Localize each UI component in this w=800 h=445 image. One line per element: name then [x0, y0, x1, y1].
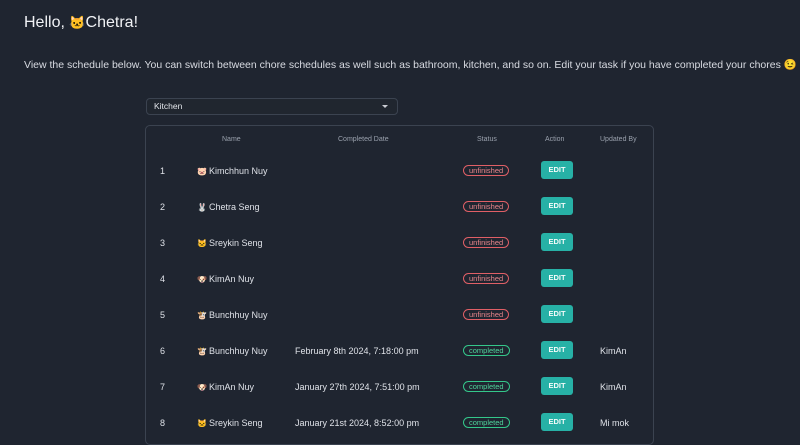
- table-row: 6 🐮 Bunchhuy Nuy February 8th 2024, 7:18:…: [146, 335, 653, 371]
- header-action: Action: [545, 136, 565, 143]
- intro-message: View the schedule below. You can switch …: [24, 59, 781, 71]
- schedule-select-value: Kitchen: [154, 101, 183, 111]
- row-name: 🐱 Sreykin Seng: [197, 418, 263, 428]
- row-completed-date: January 21st 2024, 8:52:00 pm: [295, 418, 420, 428]
- status-badge: completed: [463, 417, 510, 428]
- row-name-text: Sreykin Seng: [208, 418, 263, 428]
- row-name-text: KimAn Nuy: [208, 274, 254, 284]
- row-completed-date: January 27th 2024, 7:51:00 pm: [295, 382, 420, 392]
- cow-emoji-icon: 🐮: [197, 347, 207, 356]
- cat-emoji-icon: 🐱: [69, 15, 86, 30]
- edit-button[interactable]: EDIT: [541, 161, 573, 179]
- pig-emoji-icon: 🐷: [197, 167, 207, 176]
- wink-emoji-icon: 😉: [783, 59, 797, 71]
- rabbit-emoji-icon: 🐰: [197, 203, 207, 212]
- edit-button[interactable]: EDIT: [541, 377, 573, 395]
- status-badge: unfinished: [463, 201, 510, 212]
- cat-emoji-icon: 🐱: [197, 419, 207, 428]
- edit-button[interactable]: EDIT: [541, 197, 573, 215]
- row-index: 5: [160, 310, 166, 320]
- cow-emoji-icon: 🐮: [197, 311, 207, 320]
- greeting-prefix: Hello,: [24, 14, 65, 31]
- row-index: 7: [160, 382, 166, 392]
- dog-emoji-icon: 🐶: [197, 275, 207, 284]
- schedule-select[interactable]: Kitchen: [146, 98, 398, 115]
- edit-button[interactable]: EDIT: [541, 341, 573, 359]
- header-status: Status: [477, 136, 497, 143]
- row-name: 🐮 Bunchhuy Nuy: [197, 346, 268, 356]
- row-index: 1: [160, 166, 166, 176]
- status-badge: unfinished: [463, 273, 510, 284]
- table-row: 1 🐷 Kimchhun Nuy unfinished EDIT: [146, 155, 653, 191]
- row-index: 6: [160, 346, 166, 356]
- greeting-name: Chetra!: [85, 14, 139, 31]
- row-name: 🐮 Bunchhuy Nuy: [197, 310, 268, 320]
- header-name: Name: [222, 136, 241, 143]
- table-row: 2 🐰 Chetra Seng unfinished EDIT: [146, 191, 653, 227]
- edit-button[interactable]: EDIT: [541, 413, 573, 431]
- row-name: 🐷 Kimchhun Nuy: [197, 166, 268, 176]
- cat-emoji-icon: 🐱: [197, 239, 207, 248]
- table-header: Name Completed Date Status Action Update…: [146, 134, 653, 148]
- status-badge: completed: [463, 345, 510, 356]
- row-name-text: Chetra Seng: [208, 202, 260, 212]
- row-name: 🐰 Chetra Seng: [197, 202, 260, 212]
- row-name-text: Kimchhun Nuy: [208, 166, 268, 176]
- header-completed-date: Completed Date: [338, 136, 389, 143]
- row-index: 4: [160, 274, 166, 284]
- row-updated-by: KimAn: [600, 346, 627, 356]
- status-badge: unfinished: [463, 237, 510, 248]
- chevron-down-icon: [382, 105, 388, 108]
- status-badge: unfinished: [463, 309, 510, 320]
- table-row: 7 🐶 KimAn Nuy January 27th 2024, 7:51:00 …: [146, 371, 653, 407]
- greeting-heading: Hello, 🐱Chetra!: [24, 14, 138, 32]
- row-updated-by: KimAn: [600, 382, 627, 392]
- row-index: 8: [160, 418, 166, 428]
- edit-button[interactable]: EDIT: [541, 305, 573, 323]
- row-name-text: Bunchhuy Nuy: [208, 346, 268, 356]
- dog-emoji-icon: 🐶: [197, 383, 207, 392]
- row-updated-by: Mi mok: [600, 418, 629, 428]
- header-updated-by: Updated By: [600, 136, 637, 143]
- table-row: 5 🐮 Bunchhuy Nuy unfinished EDIT: [146, 299, 653, 335]
- row-name: 🐱 Sreykin Seng: [197, 238, 263, 248]
- table-row: 8 🐱 Sreykin Seng January 21st 2024, 8:52:…: [146, 407, 653, 443]
- edit-button[interactable]: EDIT: [541, 269, 573, 287]
- row-name: 🐶 KimAn Nuy: [197, 382, 254, 392]
- row-name: 🐶 KimAn Nuy: [197, 274, 254, 284]
- edit-button[interactable]: EDIT: [541, 233, 573, 251]
- row-completed-date: February 8th 2024, 7:18:00 pm: [295, 346, 419, 356]
- status-badge: unfinished: [463, 165, 510, 176]
- table-row: 3 🐱 Sreykin Seng unfinished EDIT: [146, 227, 653, 263]
- row-name-text: KimAn Nuy: [208, 382, 254, 392]
- row-name-text: Sreykin Seng: [208, 238, 263, 248]
- status-badge: completed: [463, 381, 510, 392]
- intro-text: View the schedule below. You can switch …: [24, 58, 797, 71]
- row-name-text: Bunchhuy Nuy: [208, 310, 268, 320]
- table-row: 4 🐶 KimAn Nuy unfinished EDIT: [146, 263, 653, 299]
- row-index: 2: [160, 202, 166, 212]
- row-index: 3: [160, 238, 166, 248]
- chore-table: Name Completed Date Status Action Update…: [145, 125, 654, 445]
